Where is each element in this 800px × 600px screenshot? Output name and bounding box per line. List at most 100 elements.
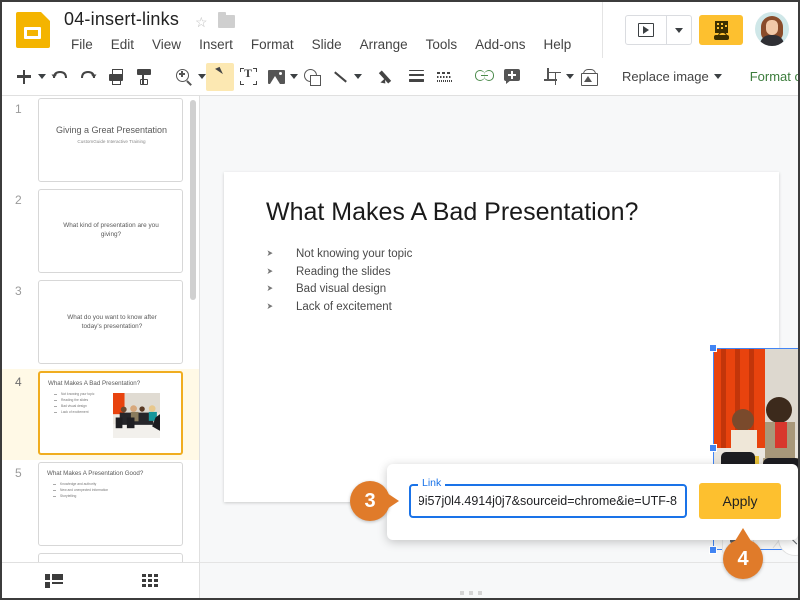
line-weight-icon	[408, 69, 425, 84]
new-slide-dropdown[interactable]	[38, 63, 46, 91]
insert-link-button[interactable]	[470, 63, 498, 91]
document-title[interactable]: 04-insert-links	[64, 9, 179, 30]
slide-bullet: Lack of excitement	[266, 301, 536, 313]
border-dash-button[interactable]	[430, 63, 458, 91]
share-button[interactable]	[699, 15, 743, 45]
chevron-down-icon	[38, 74, 46, 79]
zoom-dropdown[interactable]	[198, 63, 206, 91]
slide-thumbnail-6[interactable]	[2, 551, 199, 562]
menu-slide[interactable]: Slide	[303, 35, 351, 54]
zoom-button[interactable]	[170, 63, 198, 91]
line-dropdown[interactable]	[354, 63, 362, 91]
grid-view-button[interactable]	[130, 568, 170, 594]
menu-arrange[interactable]: Arrange	[351, 35, 417, 54]
chevron-down-icon	[354, 74, 362, 79]
insert-image-dropdown[interactable]	[290, 63, 298, 91]
thumbnail-canvas: What kind of presentation are you giving…	[38, 189, 183, 273]
add-comment-button[interactable]	[498, 63, 526, 91]
folder-icon[interactable]	[218, 12, 235, 28]
paint-format-button[interactable]	[130, 63, 158, 91]
header-right	[602, 2, 798, 58]
link-icon	[474, 70, 494, 83]
menu-file[interactable]: File	[62, 35, 102, 54]
format-options-button[interactable]: Format options...	[742, 65, 798, 88]
present-dropdown[interactable]	[666, 16, 691, 44]
main-toolbar: Replace image Format options...	[2, 58, 798, 96]
replace-image-button[interactable]: Replace image	[614, 65, 730, 88]
header-left: 04-insert-links ☆ File Edit View Insert …	[2, 2, 602, 58]
mask-image-icon	[580, 69, 598, 86]
insert-image-button[interactable]	[262, 63, 290, 91]
link-field-wrap: Link	[409, 477, 687, 518]
grid-icon	[142, 574, 158, 587]
menu-format[interactable]: Format	[242, 35, 303, 54]
apply-button[interactable]: Apply	[699, 483, 781, 519]
crop-button[interactable]	[538, 63, 566, 91]
thumbnail-photo	[113, 393, 160, 438]
menu-insert[interactable]: Insert	[190, 35, 242, 54]
slide-thumbnail-5[interactable]: 5 What Makes A Presentation Good? Knowle…	[2, 460, 199, 551]
thumbnail-bullet: New and unexpected information	[51, 488, 108, 493]
link-input[interactable]	[409, 484, 687, 518]
crop-dropdown[interactable]	[566, 63, 574, 91]
filmstrip-icon	[45, 573, 63, 588]
menu-addons[interactable]: Add-ons	[466, 35, 534, 54]
slide-thumbnail-3[interactable]: 3 What do you want to know after today's…	[2, 278, 199, 369]
slide-body-text[interactable]: Not knowing your topic Reading the slide…	[266, 248, 536, 318]
menu-bar: File Edit View Insert Format Slide Arran…	[62, 35, 580, 54]
present-button[interactable]	[626, 16, 666, 44]
thumbnail-bullet: Bad visual design	[52, 404, 94, 409]
border-weight-button[interactable]	[402, 63, 430, 91]
callout-badge-4: 4	[723, 528, 763, 579]
plus-icon	[15, 68, 33, 86]
menu-help[interactable]: Help	[534, 35, 580, 54]
text-box-icon	[239, 66, 257, 85]
slide-thumbnail-4[interactable]: 4 What Makes A Bad Presentation? Not kno…	[2, 369, 199, 460]
line-icon	[331, 68, 349, 86]
slide-panel[interactable]: 1 Giving a Great Presentation CustomGuid…	[2, 96, 200, 562]
speaker-notes-handle[interactable]	[460, 591, 482, 595]
border-color-button[interactable]	[374, 63, 402, 91]
chevron-down-icon	[198, 74, 206, 79]
select-tool-button[interactable]	[206, 62, 234, 91]
view-mode-bar	[2, 562, 200, 598]
current-slide[interactable]: What Makes A Bad Presentation? Not knowi…	[224, 172, 779, 502]
shape-button[interactable]	[298, 63, 326, 91]
redo-button[interactable]	[74, 63, 102, 91]
thumbnail-subtitle: CustomGuide Interactive Training	[77, 139, 146, 144]
status-bar	[200, 562, 798, 598]
print-button[interactable]	[102, 63, 130, 91]
mask-image-button[interactable]	[574, 63, 602, 91]
panel-scrollbar[interactable]	[190, 100, 196, 300]
menu-view[interactable]: View	[143, 35, 190, 54]
thumbnail-bullets: Not knowing your topic Reading the slide…	[52, 392, 94, 416]
thumbnail-title: What Makes A Bad Presentation?	[48, 380, 141, 387]
thumbnail-canvas	[38, 553, 183, 562]
line-dash-icon	[436, 69, 453, 84]
thumbnail-canvas: Giving a Great Presentation CustomGuide …	[38, 98, 183, 182]
menu-tools[interactable]: Tools	[417, 35, 467, 54]
avatar[interactable]	[755, 12, 789, 46]
new-slide-button[interactable]	[10, 63, 38, 91]
slide-title[interactable]: What Makes A Bad Presentation?	[266, 198, 638, 227]
link-field-label: Link	[418, 477, 446, 489]
filmstrip-view-button[interactable]	[34, 568, 74, 594]
comment-icon	[504, 69, 520, 84]
zoom-icon	[175, 68, 193, 86]
chevron-down-icon	[713, 74, 722, 79]
text-box-button[interactable]	[234, 63, 262, 91]
menu-edit[interactable]: Edit	[102, 35, 143, 54]
undo-button[interactable]	[46, 63, 74, 91]
chevron-down-icon	[566, 74, 574, 79]
format-options-label: Format options...	[749, 69, 798, 84]
line-button[interactable]	[326, 63, 354, 91]
slide-number: 4	[15, 375, 22, 389]
star-icon[interactable]: ☆	[195, 15, 208, 29]
print-icon	[107, 68, 125, 85]
slide-thumbnail-2[interactable]: 2 What kind of presentation are you givi…	[2, 187, 199, 278]
slide-thumbnail-1[interactable]: 1 Giving a Great Presentation CustomGuid…	[2, 96, 199, 187]
slide-bullet: Bad visual design	[266, 283, 536, 295]
app-header: 04-insert-links ☆ File Edit View Insert …	[2, 2, 798, 58]
cursor-icon	[211, 68, 229, 86]
slide-bullet: Reading the slides	[266, 266, 536, 278]
